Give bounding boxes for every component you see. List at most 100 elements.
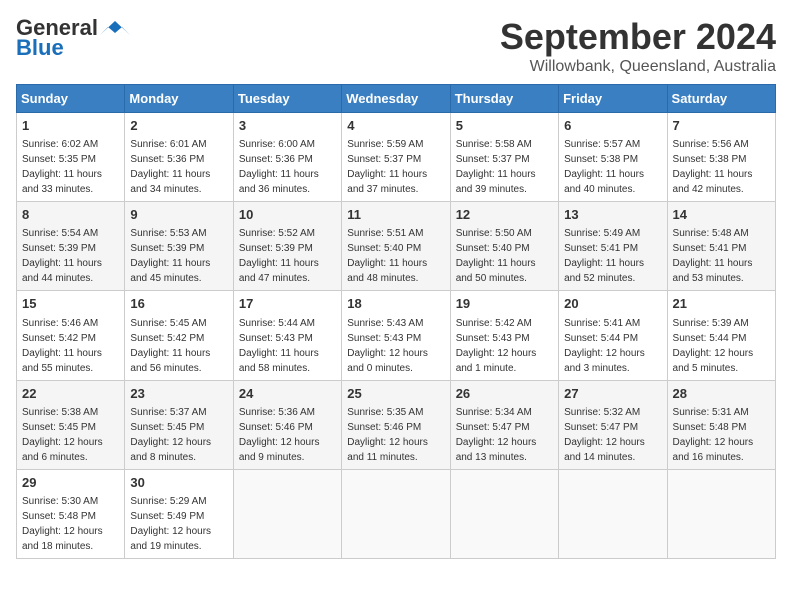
day-info: Sunrise: 5:56 AMSunset: 5:38 PMDaylight:… (673, 139, 753, 195)
calendar-cell: 19 Sunrise: 5:42 AMSunset: 5:43 PMDaylig… (450, 291, 558, 380)
calendar-cell: 20 Sunrise: 5:41 AMSunset: 5:44 PMDaylig… (559, 291, 667, 380)
day-info: Sunrise: 5:51 AMSunset: 5:40 PMDaylight:… (347, 228, 427, 284)
day-number: 7 (673, 117, 770, 135)
day-number: 6 (564, 117, 661, 135)
page-header: General Blue September 2024 Willowbank, … (16, 16, 776, 76)
day-info: Sunrise: 5:58 AMSunset: 5:37 PMDaylight:… (456, 139, 536, 195)
title-block: September 2024 Willowbank, Queensland, A… (500, 16, 776, 76)
calendar-cell: 11 Sunrise: 5:51 AMSunset: 5:40 PMDaylig… (342, 202, 450, 291)
calendar-header: Sunday Monday Tuesday Wednesday Thursday… (17, 85, 776, 113)
calendar-row: 15 Sunrise: 5:46 AMSunset: 5:42 PMDaylig… (17, 291, 776, 380)
day-number: 15 (22, 295, 119, 313)
day-info: Sunrise: 5:36 AMSunset: 5:46 PMDaylight:… (239, 407, 320, 463)
day-number: 28 (673, 385, 770, 403)
calendar-cell: 13 Sunrise: 5:49 AMSunset: 5:41 PMDaylig… (559, 202, 667, 291)
day-number: 23 (130, 385, 227, 403)
empty-cell (342, 469, 450, 558)
calendar-cell: 4 Sunrise: 5:59 AMSunset: 5:37 PMDayligh… (342, 113, 450, 202)
day-number: 3 (239, 117, 336, 135)
col-friday: Friday (559, 85, 667, 113)
day-number: 25 (347, 385, 444, 403)
empty-cell (667, 469, 775, 558)
location-title: Willowbank, Queensland, Australia (500, 58, 776, 76)
calendar-cell: 5 Sunrise: 5:58 AMSunset: 5:37 PMDayligh… (450, 113, 558, 202)
logo: General Blue (16, 16, 130, 60)
day-info: Sunrise: 5:34 AMSunset: 5:47 PMDaylight:… (456, 407, 537, 463)
day-number: 5 (456, 117, 553, 135)
day-info: Sunrise: 5:53 AMSunset: 5:39 PMDaylight:… (130, 228, 210, 284)
day-info: Sunrise: 6:02 AMSunset: 5:35 PMDaylight:… (22, 139, 102, 195)
day-number: 19 (456, 295, 553, 313)
day-info: Sunrise: 5:31 AMSunset: 5:48 PMDaylight:… (673, 407, 754, 463)
empty-cell (450, 469, 558, 558)
calendar-cell: 2 Sunrise: 6:01 AMSunset: 5:36 PMDayligh… (125, 113, 233, 202)
day-info: Sunrise: 5:50 AMSunset: 5:40 PMDaylight:… (456, 228, 536, 284)
day-info: Sunrise: 5:42 AMSunset: 5:43 PMDaylight:… (456, 318, 537, 374)
day-info: Sunrise: 5:35 AMSunset: 5:46 PMDaylight:… (347, 407, 428, 463)
header-row: Sunday Monday Tuesday Wednesday Thursday… (17, 85, 776, 113)
day-number: 20 (564, 295, 661, 313)
month-title: September 2024 (500, 16, 776, 58)
day-number: 30 (130, 474, 227, 492)
calendar-cell: 27 Sunrise: 5:32 AMSunset: 5:47 PMDaylig… (559, 380, 667, 469)
day-number: 4 (347, 117, 444, 135)
day-number: 16 (130, 295, 227, 313)
calendar-row: 22 Sunrise: 5:38 AMSunset: 5:45 PMDaylig… (17, 380, 776, 469)
calendar-cell: 23 Sunrise: 5:37 AMSunset: 5:45 PMDaylig… (125, 380, 233, 469)
calendar-cell: 14 Sunrise: 5:48 AMSunset: 5:41 PMDaylig… (667, 202, 775, 291)
day-info: Sunrise: 6:01 AMSunset: 5:36 PMDaylight:… (130, 139, 210, 195)
day-number: 10 (239, 206, 336, 224)
day-number: 29 (22, 474, 119, 492)
calendar-cell: 26 Sunrise: 5:34 AMSunset: 5:47 PMDaylig… (450, 380, 558, 469)
day-info: Sunrise: 5:30 AMSunset: 5:48 PMDaylight:… (22, 496, 103, 552)
day-number: 9 (130, 206, 227, 224)
day-number: 22 (22, 385, 119, 403)
calendar-body: 1 Sunrise: 6:02 AMSunset: 5:35 PMDayligh… (17, 113, 776, 559)
day-number: 11 (347, 206, 444, 224)
day-info: Sunrise: 5:49 AMSunset: 5:41 PMDaylight:… (564, 228, 644, 284)
day-info: Sunrise: 5:39 AMSunset: 5:44 PMDaylight:… (673, 318, 754, 374)
day-info: Sunrise: 5:37 AMSunset: 5:45 PMDaylight:… (130, 407, 211, 463)
calendar-cell: 10 Sunrise: 5:52 AMSunset: 5:39 PMDaylig… (233, 202, 341, 291)
calendar-row: 8 Sunrise: 5:54 AMSunset: 5:39 PMDayligh… (17, 202, 776, 291)
day-info: Sunrise: 5:45 AMSunset: 5:42 PMDaylight:… (130, 318, 210, 374)
day-number: 1 (22, 117, 119, 135)
day-info: Sunrise: 5:29 AMSunset: 5:49 PMDaylight:… (130, 496, 211, 552)
col-saturday: Saturday (667, 85, 775, 113)
logo-blue: Blue (16, 36, 64, 60)
day-info: Sunrise: 5:48 AMSunset: 5:41 PMDaylight:… (673, 228, 753, 284)
calendar-table: Sunday Monday Tuesday Wednesday Thursday… (16, 84, 776, 559)
day-info: Sunrise: 5:38 AMSunset: 5:45 PMDaylight:… (22, 407, 103, 463)
calendar-cell: 1 Sunrise: 6:02 AMSunset: 5:35 PMDayligh… (17, 113, 125, 202)
day-number: 13 (564, 206, 661, 224)
day-info: Sunrise: 6:00 AMSunset: 5:36 PMDaylight:… (239, 139, 319, 195)
logo-bird-icon (100, 17, 130, 39)
calendar-cell: 28 Sunrise: 5:31 AMSunset: 5:48 PMDaylig… (667, 380, 775, 469)
calendar-row: 29 Sunrise: 5:30 AMSunset: 5:48 PMDaylig… (17, 469, 776, 558)
day-number: 17 (239, 295, 336, 313)
calendar-cell: 15 Sunrise: 5:46 AMSunset: 5:42 PMDaylig… (17, 291, 125, 380)
day-info: Sunrise: 5:32 AMSunset: 5:47 PMDaylight:… (564, 407, 645, 463)
day-number: 12 (456, 206, 553, 224)
calendar-cell: 17 Sunrise: 5:44 AMSunset: 5:43 PMDaylig… (233, 291, 341, 380)
col-thursday: Thursday (450, 85, 558, 113)
calendar-cell: 29 Sunrise: 5:30 AMSunset: 5:48 PMDaylig… (17, 469, 125, 558)
calendar-cell: 24 Sunrise: 5:36 AMSunset: 5:46 PMDaylig… (233, 380, 341, 469)
col-wednesday: Wednesday (342, 85, 450, 113)
day-number: 14 (673, 206, 770, 224)
col-sunday: Sunday (17, 85, 125, 113)
calendar-row: 1 Sunrise: 6:02 AMSunset: 5:35 PMDayligh… (17, 113, 776, 202)
day-info: Sunrise: 5:43 AMSunset: 5:43 PMDaylight:… (347, 318, 428, 374)
calendar-cell: 7 Sunrise: 5:56 AMSunset: 5:38 PMDayligh… (667, 113, 775, 202)
calendar-cell: 9 Sunrise: 5:53 AMSunset: 5:39 PMDayligh… (125, 202, 233, 291)
calendar-cell: 18 Sunrise: 5:43 AMSunset: 5:43 PMDaylig… (342, 291, 450, 380)
calendar-cell: 21 Sunrise: 5:39 AMSunset: 5:44 PMDaylig… (667, 291, 775, 380)
calendar-cell: 22 Sunrise: 5:38 AMSunset: 5:45 PMDaylig… (17, 380, 125, 469)
calendar-cell: 16 Sunrise: 5:45 AMSunset: 5:42 PMDaylig… (125, 291, 233, 380)
calendar-cell: 12 Sunrise: 5:50 AMSunset: 5:40 PMDaylig… (450, 202, 558, 291)
day-info: Sunrise: 5:44 AMSunset: 5:43 PMDaylight:… (239, 318, 319, 374)
day-number: 2 (130, 117, 227, 135)
col-monday: Monday (125, 85, 233, 113)
day-info: Sunrise: 5:59 AMSunset: 5:37 PMDaylight:… (347, 139, 427, 195)
calendar-cell: 6 Sunrise: 5:57 AMSunset: 5:38 PMDayligh… (559, 113, 667, 202)
